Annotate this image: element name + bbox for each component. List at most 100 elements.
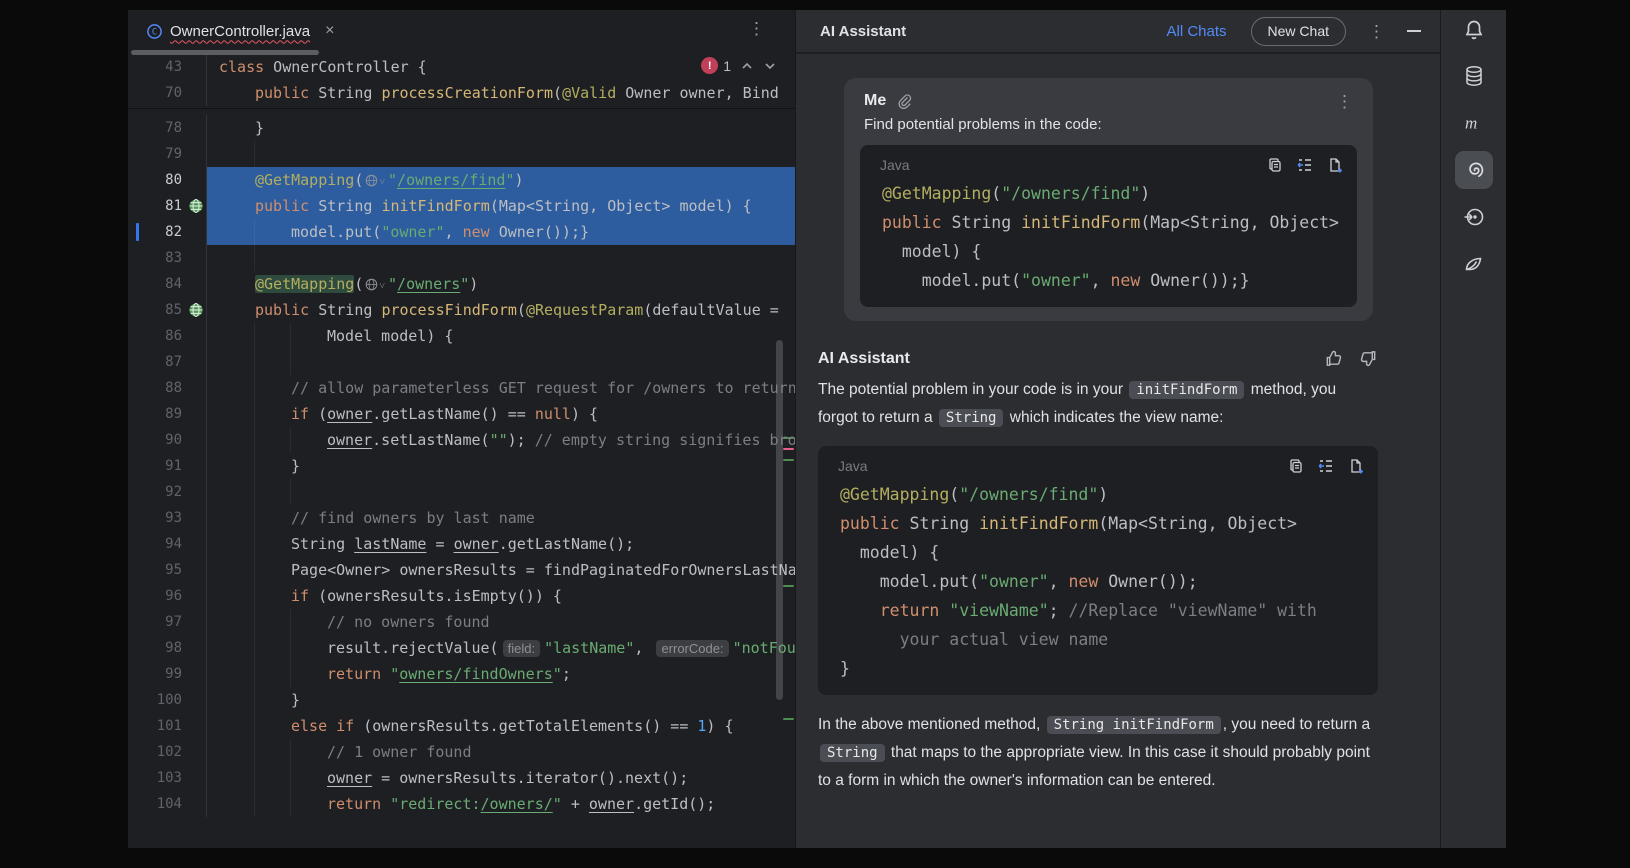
code-line-95[interactable]: 95Page<Owner> ownersResults = findPagina… [128, 557, 795, 583]
attachment-paperclip-icon[interactable] [896, 93, 912, 109]
code-line-80[interactable]: 80@GetMapping(˅"/owners/find") [128, 167, 795, 193]
caret-line-marker [136, 223, 139, 241]
insert-at-caret-icon[interactable] [1297, 157, 1313, 173]
stripe-spring-button[interactable] [1455, 245, 1493, 283]
inspections-widget[interactable]: !1 [701, 57, 777, 74]
stripe-database-button[interactable] [1455, 57, 1493, 95]
code-line-89[interactable]: 89if (owner.getLastName() == null) { [128, 401, 795, 427]
line-number: 84 [165, 276, 182, 292]
code-line-78[interactable]: 78} [128, 115, 795, 141]
chat-code-line: model.put("owner", new Owner()); [818, 567, 1378, 596]
editor-area: C OwnerController.java × ⋮ 43class Owner… [128, 10, 795, 848]
new-chat-button[interactable]: New Chat [1251, 17, 1346, 46]
code-line-43[interactable]: 43class OwnerController {!1 [128, 54, 795, 80]
spring-icon [1462, 252, 1486, 276]
stripe-endpoints-button[interactable] [1455, 198, 1493, 236]
hide-panel-icon[interactable] [1407, 30, 1421, 32]
code-line-97[interactable]: 97// no owners found [128, 609, 795, 635]
line-number: 91 [165, 458, 182, 474]
chevron-up-icon[interactable] [740, 59, 754, 73]
chat-code-line: return "viewName"; //Replace "viewName" … [818, 596, 1378, 625]
line-number: 79 [165, 146, 182, 162]
code-line-93[interactable]: 93// find owners by last name [128, 505, 795, 531]
sticky-lines: 43class OwnerController {!170public Stri… [128, 54, 795, 109]
inline-code-chip: String initFindForm [1047, 716, 1221, 734]
endpoint-globe-inlay-icon [365, 278, 378, 291]
line-number: 85 [165, 302, 182, 318]
editor-options-kebab-icon[interactable]: ⋮ [748, 20, 765, 37]
new-file-icon[interactable] [1348, 458, 1364, 474]
chat-code-block: Java @GetMapping("/owners/find")public St… [860, 145, 1357, 307]
code-line-100[interactable]: 100} [128, 687, 795, 713]
code-line-91[interactable]: 91} [128, 453, 795, 479]
rest-endpoint-gutter-icon [188, 302, 204, 318]
panel-options-kebab-icon[interactable]: ⋮ [1368, 23, 1385, 40]
code-line-98[interactable]: 98result.rejectValue(field:"lastName", e… [128, 635, 795, 661]
error-count: 1 [723, 58, 731, 74]
all-chats-link[interactable]: All Chats [1167, 23, 1227, 40]
ai-response: AI Assistant The potential problem in yo… [818, 349, 1378, 794]
code-line-102[interactable]: 102// 1 owner found [128, 739, 795, 765]
tab-close-icon[interactable]: × [325, 22, 334, 40]
code-line-101[interactable]: 101else if (ownersResults.getTotalElemen… [128, 713, 795, 739]
code-line-90[interactable]: 90owner.setLastName(""); // empty string… [128, 427, 795, 453]
code-line-84[interactable]: 84@GetMapping(˅"/owners") [128, 271, 795, 297]
thumbs-down-icon[interactable] [1359, 349, 1378, 368]
java-class-icon: C [146, 23, 163, 40]
user-name: Me [864, 92, 886, 110]
right-tool-stripe: m [1440, 10, 1506, 848]
code-line-83[interactable]: 83 [128, 245, 795, 271]
horizontal-scrollbar-thumb[interactable] [131, 50, 319, 55]
user-prompt-text: Find potential problems in the code: [864, 116, 1353, 133]
stripe-ai-assistant-button[interactable] [1455, 151, 1493, 189]
line-number: 89 [165, 406, 182, 422]
notifications-bell-icon [1462, 18, 1486, 42]
ai-assistant-panel: AI Assistant All Chats New Chat ⋮ Me ⋮ F… [795, 10, 1441, 848]
line-number: 90 [165, 432, 182, 448]
new-file-icon[interactable] [1327, 157, 1343, 173]
code-line-99[interactable]: 99return "owners/findOwners"; [128, 661, 795, 687]
stripe-notifications-bell-button[interactable] [1455, 11, 1493, 49]
stripe-maven-button[interactable]: m [1455, 104, 1493, 142]
endpoints-icon [1462, 205, 1486, 229]
chevron-down-icon[interactable] [763, 59, 777, 73]
line-number: 81 [165, 198, 182, 214]
message-kebab-icon[interactable]: ⋮ [1336, 93, 1353, 110]
ai-paragraph-1: The potential problem in your code is in… [818, 376, 1378, 432]
inline-code-chip: String [939, 409, 1004, 427]
copy-icon[interactable] [1267, 157, 1283, 173]
code-language-label: Java [880, 157, 1267, 173]
line-number: 99 [165, 666, 182, 682]
copy-icon[interactable] [1288, 458, 1304, 474]
code-line-96[interactable]: 96if (ownersResults.isEmpty()) { [128, 583, 795, 609]
code-line-86[interactable]: 86Model model) { [128, 323, 795, 349]
line-number: 94 [165, 536, 182, 552]
code-line-70[interactable]: 70public String processCreationForm(@Val… [128, 80, 795, 106]
code-line-88[interactable]: 88// allow parameterless GET request for… [128, 375, 795, 401]
chat-code-line: public String initFindForm(Map<String, O… [860, 208, 1357, 237]
ai-assistant-icon [1462, 158, 1486, 182]
line-number: 80 [165, 172, 182, 188]
code-line-82[interactable]: 82model.put("owner", new Owner());} [128, 219, 795, 245]
ai-panel-title: AI Assistant [820, 23, 1167, 40]
line-number: 70 [165, 85, 182, 101]
chat-code-line: model) { [818, 538, 1378, 567]
code-line-81[interactable]: 81public String initFindForm(Map<String,… [128, 193, 795, 219]
code-line-79[interactable]: 79 [128, 141, 795, 167]
error-badge-icon: ! [701, 57, 718, 74]
line-number: 87 [165, 354, 182, 370]
code-line-85[interactable]: 85public String processFindForm(@Request… [128, 297, 795, 323]
code-line-94[interactable]: 94String lastName = owner.getLastName(); [128, 531, 795, 557]
code-line-103[interactable]: 103owner = ownersResults.iterator().next… [128, 765, 795, 791]
tab-ownercontroller[interactable]: C OwnerController.java × [128, 10, 344, 52]
code-line-92[interactable]: 92 [128, 479, 795, 505]
user-message-card: Me ⋮ Find potential problems in the code… [844, 78, 1373, 321]
line-number: 92 [165, 484, 182, 500]
code-line-87[interactable]: 87 [128, 349, 795, 375]
error-stripe-mark [783, 585, 794, 587]
chat-code-line: @GetMapping("/owners/find") [818, 480, 1378, 509]
insert-at-caret-icon[interactable] [1318, 458, 1334, 474]
chat-code-line: @GetMapping("/owners/find") [860, 179, 1357, 208]
thumbs-up-icon[interactable] [1324, 349, 1343, 368]
code-line-104[interactable]: 104return "redirect:/owners/" + owner.ge… [128, 791, 795, 817]
